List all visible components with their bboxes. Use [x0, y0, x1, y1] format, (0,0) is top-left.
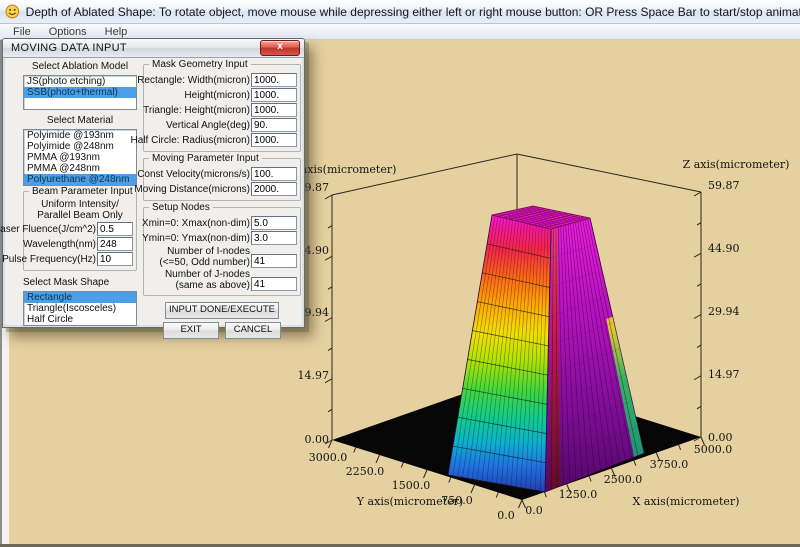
x-axis-title: X axis(micrometer): [633, 495, 740, 508]
pulse-frequency-label: Pulse Frequency(Hz): [2, 254, 96, 265]
i-nodes-label: Number of I-nodes (<=50, Odd number): [159, 246, 250, 268]
list-item[interactable]: Polyimide @193nm: [24, 130, 136, 141]
laser-fluence-field[interactable]: [97, 222, 133, 236]
z-axis-title-right: Z axis(micrometer): [683, 158, 790, 171]
exit-button[interactable]: EXIT: [163, 322, 219, 339]
list-item[interactable]: Triangle(Iscosceles): [24, 303, 136, 314]
material-label: Select Material: [23, 115, 137, 127]
vertical-angle-field[interactable]: [251, 118, 297, 132]
ablation-model-list: JS(photo etching) SSB(photo+thermal): [23, 75, 137, 110]
rect-width-label: Rectangle: Width(micron): [137, 75, 250, 86]
beam-parameter-group: Beam Parameter Input Uniform Intensity/ …: [23, 191, 137, 271]
y-tick-label: 0.0: [497, 509, 515, 522]
list-item-selected[interactable]: Rectangle: [24, 292, 136, 303]
mask-shape-label: Select Mask Shape: [23, 277, 137, 289]
list-item[interactable]: PMMA @193nm: [24, 152, 136, 163]
z-tick-label: 59.87: [708, 179, 740, 192]
j-nodes-field[interactable]: [251, 277, 297, 291]
x-tick-label: 2500.0: [604, 473, 643, 486]
dialog-right-column: Mask Geometry Input Rectangle: Width(mic…: [143, 60, 301, 339]
moving-parameter-group-title: Moving Parameter Input: [149, 153, 262, 164]
half-circle-radius-field[interactable]: [251, 133, 297, 147]
list-item[interactable]: PMMA @248nm: [24, 163, 136, 174]
page: { "window": { "title": "Depth of Ablated…: [0, 0, 800, 547]
j-nodes-label: Number of J-nodes (same as above): [165, 269, 250, 291]
input-done-execute-button[interactable]: INPUT DONE/EXECUTE: [165, 302, 279, 319]
rect-width-field[interactable]: [251, 73, 297, 87]
z-tick-label: 44.90: [708, 242, 740, 255]
z-axis-title-left: Z axis(micrometer): [290, 163, 397, 176]
beam-parameter-group-title: Beam Parameter Input: [29, 186, 136, 197]
i-nodes-field[interactable]: [251, 254, 297, 268]
x-tick-label: 5000.0: [694, 443, 733, 456]
ymax-field[interactable]: [251, 231, 297, 245]
y-tick-label: 750.0: [441, 494, 473, 507]
rect-height-label: Height(micron): [184, 90, 250, 101]
moving-distance-label: Moving Distance(microns): [134, 184, 250, 195]
x-tick-label: 3750.0: [650, 458, 689, 471]
vertical-angle-label: Vertical Angle(deg): [166, 120, 250, 131]
moving-data-input-dialog: MOVING DATA INPUT x Select Ablation Mode…: [2, 38, 305, 328]
const-velocity-label: Const Velocity(microns/s): [137, 169, 250, 180]
xmax-label: Xmin=0: Xmax(non-dim): [142, 218, 250, 229]
z-tick-label: 0.00: [305, 433, 330, 446]
xmax-field[interactable]: [251, 216, 297, 230]
mask-geometry-group: Mask Geometry Input Rectangle: Width(mic…: [143, 64, 301, 152]
moving-distance-field[interactable]: [251, 182, 297, 196]
mask-shape-list: Rectangle Triangle(Iscosceles) Half Circ…: [23, 291, 137, 326]
wavelength-label: Wavelength(nm): [23, 239, 96, 250]
dialog-title-bar[interactable]: MOVING DATA INPUT x: [3, 39, 304, 58]
cancel-button[interactable]: CANCEL: [225, 322, 281, 339]
beam-note-line1: Uniform Intensity/: [27, 199, 133, 210]
dialog-title: MOVING DATA INPUT: [11, 42, 260, 54]
y-tick-label: 3000.0: [309, 451, 348, 464]
wavelength-field[interactable]: [97, 237, 133, 251]
material-list: Polyimide @193nm Polyimide @248nm PMMA @…: [23, 129, 137, 186]
z-tick-label: 14.97: [708, 368, 740, 381]
list-item-selected[interactable]: Polyurethane @248nm: [24, 174, 136, 185]
ablation-model-label: Select Ablation Model: [23, 61, 137, 73]
setup-nodes-group-title: Setup Nodes: [149, 202, 213, 213]
triangle-height-field[interactable]: [251, 103, 297, 117]
list-item[interactable]: Half Circle: [24, 314, 136, 325]
rect-height-field[interactable]: [251, 88, 297, 102]
beam-note-line2: Parallel Beam Only: [27, 210, 133, 221]
setup-nodes-group: Setup Nodes Xmin=0: Xmax(non-dim) Ymin=0…: [143, 207, 301, 296]
y-tick-label: 2250.0: [346, 465, 385, 478]
ymax-label: Ymin=0: Ymax(non-dim): [142, 233, 250, 244]
half-circle-radius-label: Half Circle: Radius(micron): [131, 135, 250, 146]
x-tick-label: 1250.0: [559, 488, 598, 501]
moving-parameter-group: Moving Parameter Input Const Velocity(mi…: [143, 158, 301, 201]
mask-geometry-group-title: Mask Geometry Input: [149, 59, 251, 70]
z-tick-label: 14.97: [298, 369, 330, 382]
laser-fluence-label: Laser Fluence(J/cm^2): [0, 224, 96, 235]
list-item-selected[interactable]: SSB(photo+thermal): [24, 87, 136, 98]
list-item[interactable]: JS(photo etching): [24, 76, 136, 87]
triangle-height-label: Triangle: Height(micron): [143, 105, 250, 116]
close-icon[interactable]: x: [260, 40, 300, 56]
x-tick-label: 0.0: [525, 504, 543, 517]
list-item[interactable]: Polyimide @248nm: [24, 141, 136, 152]
const-velocity-field[interactable]: [251, 167, 297, 181]
z-tick-label: 29.94: [708, 305, 740, 318]
pulse-frequency-field[interactable]: [97, 252, 133, 266]
dialog-left-column: Select Ablation Model JS(photo etching) …: [23, 61, 137, 331]
list-item-empty: [24, 98, 136, 109]
y-tick-label: 1500.0: [392, 479, 431, 492]
